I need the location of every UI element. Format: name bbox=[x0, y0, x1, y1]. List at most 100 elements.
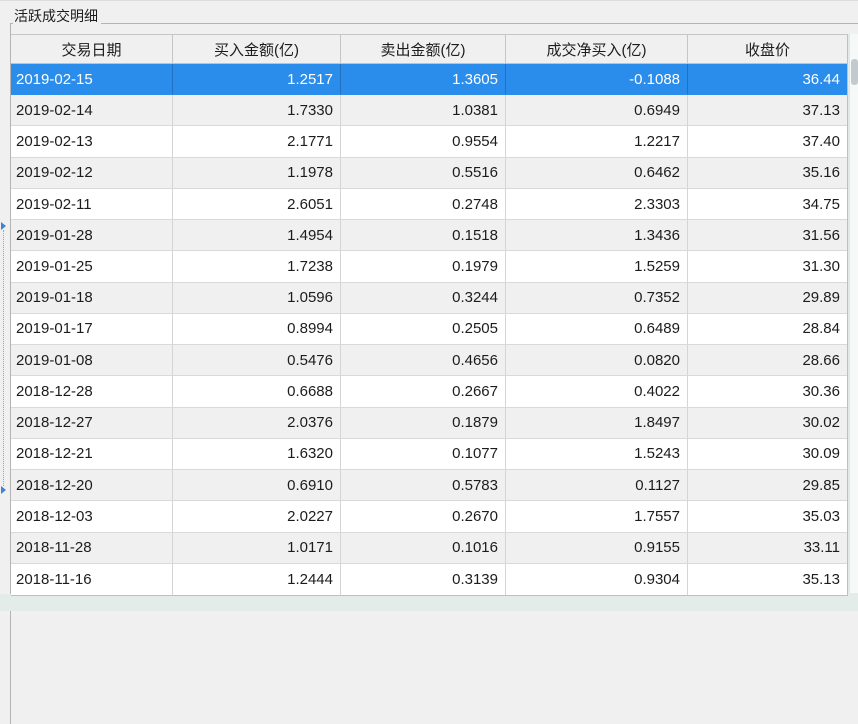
trade-detail-table: 交易日期 买入金额(亿) 卖出金额(亿) 成交净买入(亿) 收盘价 2019-02-15… bbox=[11, 34, 848, 596]
cell-trade-date: 2019-02-14 bbox=[11, 95, 173, 126]
table-row[interactable]: 2018-12-28 0.6688 0.2667 0.4022 30.36 bbox=[11, 376, 847, 408]
table-row[interactable]: 2019-02-13 2.1771 0.9554 1.2217 37.40 bbox=[11, 126, 847, 158]
cell-value: 0.2667 bbox=[341, 376, 506, 407]
table-row[interactable]: 2019-01-17 0.8994 0.2505 0.6489 28.84 bbox=[11, 313, 847, 346]
cell-value: 1.5243 bbox=[506, 438, 688, 470]
cell-value: 31.56 bbox=[802, 226, 840, 244]
cell-value: 0.4656 bbox=[341, 345, 506, 376]
cell-value: 1.6320 bbox=[173, 438, 341, 470]
cell-value: 1.0381 bbox=[341, 95, 506, 126]
cell-value: 28.84 bbox=[802, 320, 840, 338]
table-row[interactable]: 2018-12-20 0.6910 0.5783 0.1127 29.85 bbox=[11, 470, 847, 502]
column-header[interactable]: 卖出金额(亿) bbox=[341, 35, 506, 63]
collapse-arrow-bottom-icon[interactable] bbox=[1, 486, 6, 494]
cell-value: 0.6910 bbox=[173, 470, 341, 501]
cell-value: 0.8994 bbox=[173, 313, 341, 345]
table-row[interactable]: 2019-01-25 1.7238 0.1979 1.5259 31.30 bbox=[11, 251, 847, 283]
cell-value: 30.09 bbox=[802, 445, 840, 463]
cell-value: 0.9155 bbox=[506, 532, 688, 563]
cell-value: 0.6688 bbox=[173, 376, 341, 407]
cell-trade-date: 2018-11-28 bbox=[11, 532, 173, 563]
cell-value: 0.5516 bbox=[341, 157, 506, 188]
cell-value: 0.2670 bbox=[341, 501, 506, 532]
collapse-arrow-top-icon[interactable] bbox=[1, 222, 6, 230]
cell-value: 1.7330 bbox=[173, 95, 341, 126]
panel-title: 活跃成交明细 bbox=[13, 7, 101, 26]
column-header[interactable]: 收盘价 bbox=[688, 35, 847, 63]
cell-value: 1.3436 bbox=[506, 220, 688, 251]
cell-value: 36.44 bbox=[802, 70, 840, 88]
cell-value: 1.0171 bbox=[173, 532, 341, 563]
cell-value: 1.7238 bbox=[173, 251, 341, 282]
cell-value: 31.30 bbox=[802, 258, 840, 276]
cell-trade-date: 2019-01-18 bbox=[11, 282, 173, 313]
table-row[interactable]: 2019-02-12 1.1978 0.5516 0.6462 35.16 bbox=[11, 157, 847, 189]
cell-value: 0.1879 bbox=[341, 407, 506, 438]
splitter-dotted-line bbox=[3, 230, 4, 486]
cell-trade-date: 2018-11-16 bbox=[11, 563, 173, 595]
cell-value: 1.1978 bbox=[173, 157, 341, 188]
cell-value: 1.2444 bbox=[173, 563, 341, 595]
cell-value: 1.4954 bbox=[173, 220, 341, 251]
cell-value: 2.1771 bbox=[173, 126, 341, 157]
cell-value: 0.6949 bbox=[506, 95, 688, 126]
cell-value: 35.13 bbox=[802, 570, 840, 588]
cell-value: 30.02 bbox=[802, 414, 840, 432]
cell-value: 2.6051 bbox=[173, 188, 341, 220]
column-header[interactable]: 买入金额(亿) bbox=[173, 35, 341, 63]
table-row[interactable]: 2018-12-03 2.0227 0.2670 1.7557 35.03 bbox=[11, 501, 847, 533]
table-row[interactable]: 2019-01-28 1.4954 0.1518 1.3436 31.56 bbox=[11, 220, 847, 252]
cell-trade-date: 2018-12-21 bbox=[11, 438, 173, 470]
cell-value: 0.4022 bbox=[506, 376, 688, 407]
cell-value: 34.75 bbox=[802, 195, 840, 213]
table-row[interactable]: 2019-02-11 2.6051 0.2748 2.3303 34.75 bbox=[11, 188, 847, 221]
cell-value: 35.03 bbox=[802, 507, 840, 525]
table-body: 2019-02-15 1.2517 1.3605 -0.1088 36.44 2019-0… bbox=[11, 64, 847, 595]
table-row[interactable]: 2019-02-15 1.2517 1.3605 -0.1088 36.44 bbox=[11, 64, 847, 96]
table-row[interactable]: 2019-02-14 1.7330 1.0381 0.6949 37.13 bbox=[11, 95, 847, 127]
cell-value: 0.1077 bbox=[341, 438, 506, 470]
cell-value: 1.2517 bbox=[173, 64, 341, 95]
cell-trade-date: 2019-02-11 bbox=[11, 188, 173, 220]
bottom-background-strip bbox=[0, 594, 858, 611]
cell-value: 33.11 bbox=[803, 539, 840, 557]
cell-value: 0.2748 bbox=[341, 188, 506, 220]
table-row[interactable]: 2018-11-16 1.2444 0.3139 0.9304 35.13 bbox=[11, 563, 847, 595]
cell-value: 0.6462 bbox=[506, 157, 688, 188]
cell-value: 30.36 bbox=[802, 382, 840, 400]
table-row[interactable]: 2018-12-27 2.0376 0.1879 1.8497 30.02 bbox=[11, 407, 847, 439]
cell-value: 0.1979 bbox=[341, 251, 506, 282]
column-header[interactable]: 成交净买入(亿) bbox=[506, 35, 688, 63]
table-row[interactable]: 2019-01-18 1.0596 0.3244 0.7352 29.89 bbox=[11, 282, 847, 314]
vertical-scrollbar[interactable] bbox=[849, 34, 858, 593]
scrollbar-thumb[interactable] bbox=[851, 59, 858, 85]
cell-value: 35.16 bbox=[802, 164, 840, 182]
cell-value: 0.0820 bbox=[506, 345, 688, 376]
cell-value: 29.85 bbox=[802, 476, 840, 494]
cell-value: 2.3303 bbox=[506, 188, 688, 220]
table-row[interactable]: 2018-12-21 1.6320 0.1077 1.5243 30.09 bbox=[11, 438, 847, 471]
cell-trade-date: 2018-12-03 bbox=[11, 501, 173, 532]
cell-value: 0.9554 bbox=[341, 126, 506, 157]
cell-value: 1.2217 bbox=[506, 126, 688, 157]
cell-trade-date: 2019-01-25 bbox=[11, 251, 173, 282]
table-row[interactable]: 2018-11-28 1.0171 0.1016 0.9155 33.11 bbox=[11, 532, 847, 564]
cell-trade-date: 2018-12-28 bbox=[11, 376, 173, 407]
panel-splitter-handle[interactable] bbox=[0, 222, 8, 494]
cell-trade-date: 2019-01-28 bbox=[11, 220, 173, 251]
table-header: 交易日期 买入金额(亿) 卖出金额(亿) 成交净买入(亿) 收盘价 bbox=[11, 35, 847, 64]
cell-value: -0.1088 bbox=[506, 64, 688, 95]
cell-value: 0.6489 bbox=[506, 313, 688, 345]
cell-value: 1.5259 bbox=[506, 251, 688, 282]
cell-trade-date: 2019-02-12 bbox=[11, 157, 173, 188]
cell-value: 0.1518 bbox=[341, 220, 506, 251]
table-row[interactable]: 2019-01-08 0.5476 0.4656 0.0820 28.66 bbox=[11, 345, 847, 377]
cell-value: 0.2505 bbox=[341, 313, 506, 345]
cell-value: 0.3244 bbox=[341, 282, 506, 313]
app-panel: { "panel": { "title": "活跃成交明细" }, "table… bbox=[0, 0, 858, 724]
cell-value: 0.1016 bbox=[341, 532, 506, 563]
cell-trade-date: 2018-12-27 bbox=[11, 407, 173, 438]
cell-value: 2.0376 bbox=[173, 407, 341, 438]
column-header[interactable]: 交易日期 bbox=[11, 35, 173, 63]
cell-value: 37.13 bbox=[802, 101, 840, 119]
